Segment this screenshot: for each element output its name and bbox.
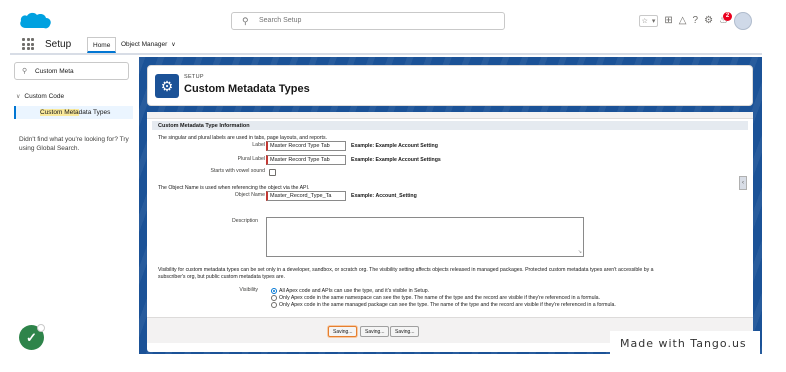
example-prefix: Example:: [351, 193, 375, 199]
visibility-help-line-1: Visibility for custom metadata types can…: [158, 267, 654, 273]
header-icons: ☆ ▾ ⊞ △ ? ⚙ ♨ 2: [638, 10, 752, 32]
add-icon[interactable]: ⊞: [664, 16, 672, 26]
description-textarea[interactable]: ↘: [266, 217, 584, 257]
search-icon: ⚲: [22, 68, 28, 75]
help-icon[interactable]: ?: [693, 16, 699, 26]
gear-icon[interactable]: ⚙: [704, 16, 713, 26]
setup-search-input[interactable]: ⚲ Search Setup: [231, 12, 505, 30]
setup-page: ⚲ Search Setup ☆ ▾ ⊞ △ ? ⚙ ♨ 2 Setup Home…: [0, 0, 786, 372]
visibility-radio-package[interactable]: [271, 302, 277, 308]
app-name: Setup: [45, 39, 72, 50]
form-panel: Custom Metadata Type Information The sin…: [147, 112, 753, 352]
global-header: ⚲ Search Setup ☆ ▾ ⊞ △ ? ⚙ ♨ 2: [10, 8, 762, 35]
visibility-option-2: Only Apex code in the same namespace can…: [279, 295, 600, 301]
save-button[interactable]: Saving...: [328, 326, 358, 337]
visibility-label: Visibility: [239, 287, 258, 293]
plural-label-input[interactable]: Master Record Type Tab: [266, 155, 346, 165]
section-header: Custom Metadata Type Information: [152, 121, 748, 130]
salesforce-logo[interactable]: [18, 10, 52, 32]
vowel-field-label: Starts with vowel sound: [210, 168, 266, 174]
example-value: Account_Setting: [375, 193, 417, 199]
example-prefix: Example:: [351, 157, 375, 163]
favorites-dropdown-icon[interactable]: ▾: [650, 17, 658, 25]
quick-find-input[interactable]: ⚲ Custom Meta: [14, 62, 129, 80]
visibility-radio-public[interactable]: [271, 288, 277, 294]
avatar[interactable]: [734, 12, 752, 30]
setup-sidebar: ⚲ Custom Meta ∨ Custom Code Custom Metada…: [10, 57, 137, 372]
check-icon[interactable]: ✓: [19, 324, 45, 350]
visibility-help-line-2: subscriber's org, but public custom meta…: [158, 274, 285, 280]
chevron-down-icon[interactable]: ∨: [16, 94, 20, 100]
tab-object-manager[interactable]: Object Manager ∨: [116, 37, 181, 53]
page-title: Custom Metadata Types: [184, 83, 310, 95]
resize-grip-icon[interactable]: ↘: [578, 249, 582, 255]
chevron-down-icon[interactable]: ∨: [171, 42, 175, 48]
plural-label-field-label: Plural Label: [237, 156, 265, 162]
label-example: Example: Example Account Setting: [351, 143, 438, 149]
starts-with-vowel-checkbox[interactable]: [269, 169, 276, 176]
quick-find-value: Custom Meta: [35, 68, 74, 75]
search-placeholder: Search Setup: [259, 17, 302, 24]
visibility-option-1: All Apex code and APIs can use the type,…: [279, 288, 430, 294]
trailhead-icon[interactable]: △: [679, 16, 687, 26]
favorites-button[interactable]: ☆ ▾: [638, 15, 659, 27]
cancel-button[interactable]: Saving...: [390, 326, 420, 337]
object-name-input[interactable]: Master_Record_Type_Ta: [266, 191, 346, 201]
top-button-strip: [147, 112, 753, 119]
main-content: ⚙ SETUP Custom Metadata Types Custom Met…: [139, 57, 762, 354]
app-launcher-icon[interactable]: [22, 38, 34, 50]
example-value: Example Account Setting: [375, 143, 438, 149]
visibility-radio-namespace[interactable]: [271, 295, 277, 301]
tango-watermark: Made with Tango.us: [610, 331, 760, 355]
search-icon: ⚲: [242, 16, 249, 26]
badge-dot: [37, 324, 45, 332]
page-header: ⚙ SETUP Custom Metadata Types: [147, 65, 753, 106]
label-field-label: Label: [252, 142, 265, 148]
nav-bar: Setup Home Object Manager ∨: [10, 35, 762, 55]
notification-badge: 2: [723, 12, 732, 21]
side-panel-toggle[interactable]: ‹: [739, 176, 747, 190]
visibility-option-3: Only Apex code in the same managed packa…: [279, 302, 616, 308]
object-name-example: Example: Account_Setting: [351, 193, 417, 199]
description-label: Description: [232, 218, 258, 224]
save-new-button[interactable]: Saving...: [360, 326, 390, 337]
sidebar-help-text: Didn't find what you're looking for? Try…: [19, 136, 129, 152]
bell-icon[interactable]: ♨ 2: [719, 12, 732, 26]
tree-item-rest: data Types: [78, 109, 111, 116]
example-value: Example Account Settings: [375, 157, 441, 163]
tab-object-manager-label: Object Manager: [121, 41, 168, 48]
label-input[interactable]: Master Record Type Tab: [266, 141, 346, 151]
tree-item-custom-metadata-types[interactable]: Custom Metadata Types: [14, 106, 133, 119]
star-icon: ☆: [641, 18, 648, 25]
object-name-field-label: Object Name: [234, 192, 265, 198]
breadcrumb: SETUP: [184, 74, 204, 80]
tab-home[interactable]: Home: [87, 37, 117, 53]
tree-item-custom-code[interactable]: ∨ Custom Code: [16, 93, 64, 100]
example-prefix: Example:: [351, 143, 375, 149]
setup-gear-icon: ⚙: [155, 74, 179, 98]
tree-item-custom-code-label: Custom Code: [24, 93, 65, 100]
plural-label-example: Example: Example Account Settings: [351, 157, 441, 163]
search-highlight: Custom Meta: [40, 109, 79, 116]
